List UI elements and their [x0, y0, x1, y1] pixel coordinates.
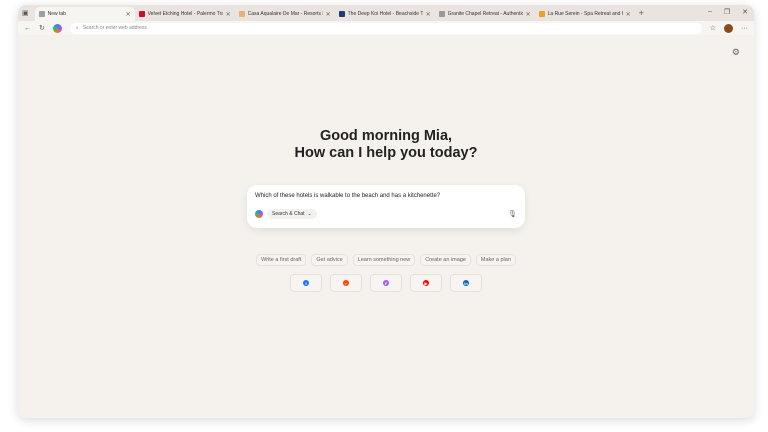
copilot-icon [255, 210, 263, 218]
youtube-icon: ▶ [423, 280, 429, 286]
back-icon[interactable]: ← [24, 25, 31, 32]
tab[interactable]: New tab ✕ [34, 7, 135, 21]
shortcut-linkedin[interactable]: in [450, 274, 482, 292]
refresh-icon[interactable]: ↻ [39, 24, 45, 32]
close-tab-icon[interactable]: ✕ [626, 11, 631, 18]
more-menu-icon[interactable]: ··· [741, 25, 748, 32]
close-window-button[interactable]: ✕ [742, 8, 748, 16]
mode-dropdown[interactable]: Search & Chat ⌄ [267, 209, 317, 219]
address-placeholder: Search or enter web address [82, 25, 147, 31]
greeting: Good morning Mia, How can I help you toda… [18, 128, 754, 162]
tab-title: La Rue Serein - Spa Retreat and Ho [547, 11, 623, 17]
reddit-icon: r [343, 280, 349, 286]
browser-window: ▣ New tab ✕ Velvet Etching Hotel - Palermo… [18, 5, 754, 418]
tab-title: Casa Aqualaire De Mar - Resorts Hu [247, 11, 323, 17]
tab[interactable]: The Deep Koi Hotel - Beachside Tra ✕ [335, 7, 435, 21]
copilot-icon[interactable] [52, 23, 62, 33]
tab-title: Granite Chapel Retreat - Authentic [447, 11, 523, 17]
prompt-input[interactable]: Which of these hotels is walkable to the… [255, 193, 440, 199]
favicon-icon [338, 11, 345, 17]
sidebar-toggle-icon[interactable]: ▣ [22, 9, 29, 17]
close-tab-icon[interactable]: ✕ [126, 11, 131, 18]
tab[interactable]: Granite Chapel Retreat - Authentic ✕ [435, 7, 535, 21]
close-tab-icon[interactable]: ✕ [526, 11, 531, 18]
prompt-box[interactable]: Which of these hotels is walkable to the… [247, 185, 525, 228]
mode-label: Search & Chat [272, 211, 305, 217]
shortcut-figma[interactable]: F [370, 274, 402, 292]
chevron-down-icon: ⌄ [307, 211, 312, 217]
greeting-line-2: How can I help you today? [294, 145, 478, 161]
close-tab-icon[interactable]: ✕ [226, 11, 231, 18]
address-bar[interactable]: ⌕ Search or enter web address [69, 22, 702, 34]
suggestion-chip[interactable]: Get advice [311, 254, 348, 266]
favicon-icon [138, 11, 145, 17]
favicon-icon [538, 11, 545, 17]
tab-title: New tab [47, 11, 66, 17]
favicon-icon [238, 11, 245, 17]
favorites-icon[interactable]: ☆ [710, 24, 716, 32]
minimize-button[interactable]: – [708, 8, 712, 16]
favicon-icon [38, 11, 45, 17]
tab-title: The Deep Koi Hotel - Beachside Tra [347, 11, 423, 17]
address-toolbar: ← ↻ ⌕ Search or enter web address ☆ ··· [18, 21, 754, 35]
microphone-icon[interactable]: 🎙 [508, 210, 517, 218]
search-icon: ⌕ [75, 25, 79, 31]
linkedin-icon: in [463, 280, 469, 286]
close-tab-icon[interactable]: ✕ [426, 11, 431, 18]
new-tab-button[interactable]: + [639, 8, 644, 18]
greeting-line-1: Good morning Mia, [319, 128, 453, 144]
suggestion-chips: Write a first draft Get advice Learn somet… [18, 254, 754, 266]
suggestion-chip[interactable]: Make a plan [475, 254, 516, 266]
suggestion-chip[interactable]: Write a first draft [256, 254, 307, 266]
suggestion-chip[interactable]: Create an image [420, 254, 471, 266]
site-shortcuts: f r F ▶ in [18, 274, 754, 292]
favicon-icon [438, 11, 445, 17]
shortcut-facebook[interactable]: f [290, 274, 322, 292]
shortcut-reddit[interactable]: r [330, 274, 362, 292]
tab-title: Velvet Etching Hotel - Palermo Tra [147, 11, 223, 17]
restore-button[interactable]: ❐ [724, 8, 730, 16]
figma-icon: F [383, 280, 389, 286]
close-tab-icon[interactable]: ✕ [326, 11, 331, 18]
suggestion-chip[interactable]: Learn something new [352, 254, 416, 266]
shortcut-youtube[interactable]: ▶ [410, 274, 442, 292]
avatar[interactable] [724, 23, 733, 33]
tab[interactable]: Casa Aqualaire De Mar - Resorts Hu ✕ [235, 7, 335, 21]
tab[interactable]: La Rue Serein - Spa Retreat and Ho ✕ [535, 7, 635, 21]
tab[interactable]: Velvet Etching Hotel - Palermo Tra ✕ [135, 7, 235, 21]
gear-icon[interactable]: ⚙ [732, 47, 740, 58]
facebook-icon: f [303, 280, 309, 286]
tab-bar: ▣ New tab ✕ Velvet Etching Hotel - Palermo… [18, 5, 754, 21]
